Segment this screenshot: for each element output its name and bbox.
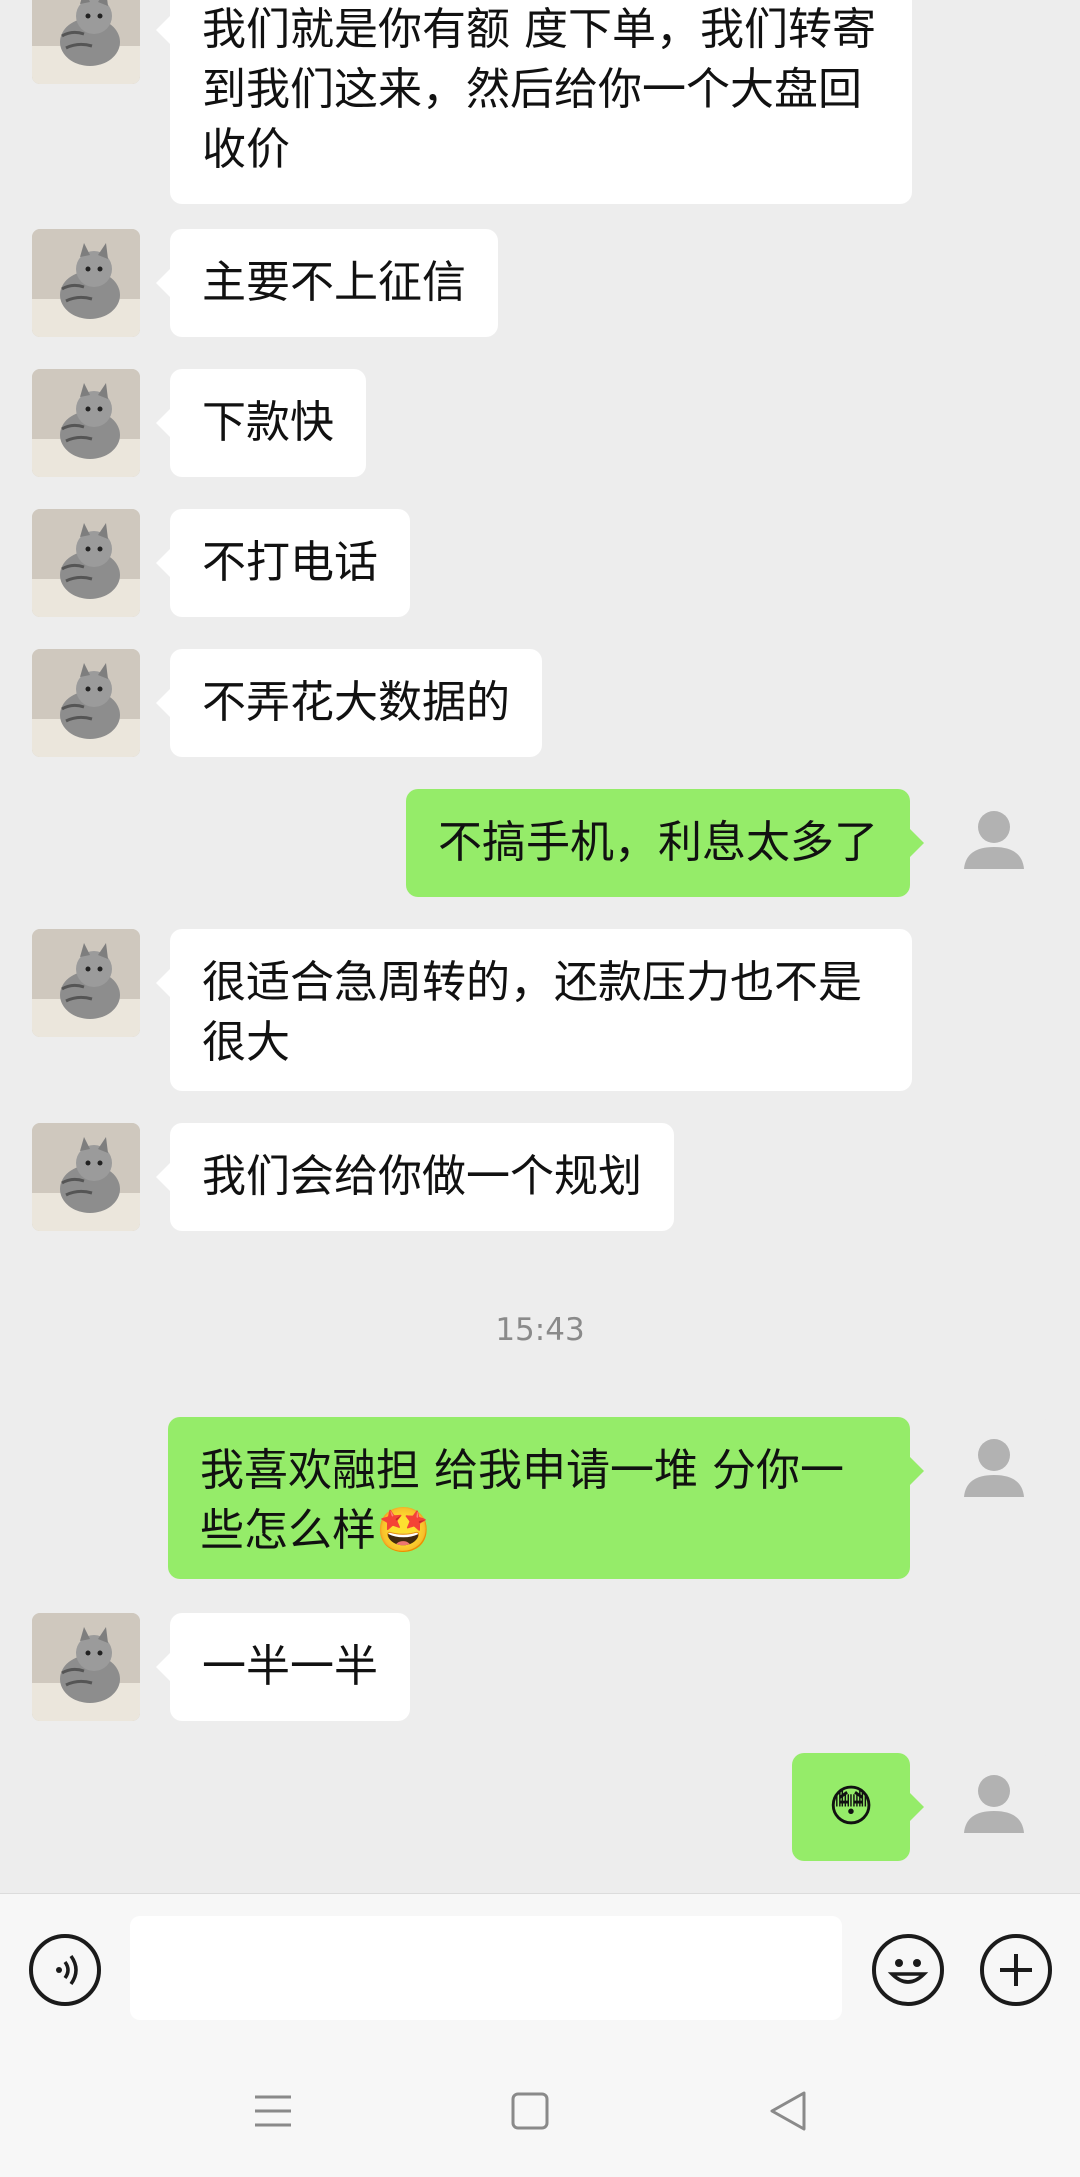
- contact-avatar[interactable]: [32, 649, 140, 757]
- message-bubble-incoming[interactable]: 我们就是你有额 度下单，我们转寄到我们这来，然后给你一个大盘回收价: [156, 0, 912, 204]
- message-bubble-outgoing[interactable]: 不搞手机，利息太多了: [406, 789, 924, 897]
- message-bubble-incoming[interactable]: 不打电话: [156, 509, 410, 617]
- cat-avatar-image: [32, 229, 140, 337]
- cat-avatar-image: [32, 1613, 140, 1721]
- default-user-icon: [964, 811, 1024, 869]
- message-timestamp: 15:43: [495, 1312, 585, 1348]
- user-avatar[interactable]: [940, 789, 1048, 897]
- contact-avatar[interactable]: [32, 0, 140, 84]
- message-bubble-incoming[interactable]: 很适合急周转的，还款压力也不是很大: [156, 929, 912, 1091]
- voice-wave-glyph: [56, 1954, 78, 1986]
- user-avatar[interactable]: [940, 1417, 1048, 1525]
- cat-avatar-image: [32, 369, 140, 477]
- plus-icon[interactable]: [980, 1934, 1052, 2006]
- voice-icon[interactable]: [29, 1934, 101, 2006]
- message-bubble-outgoing[interactable]: 😳: [792, 1753, 924, 1861]
- user-avatar[interactable]: [940, 1753, 1048, 1861]
- cat-avatar-image: [32, 649, 140, 757]
- message-bubble-incoming[interactable]: 下款快: [156, 369, 366, 477]
- message-bubble-incoming[interactable]: 一半一半: [156, 1613, 410, 1721]
- cat-avatar-image: [32, 1123, 140, 1231]
- contact-avatar[interactable]: [32, 229, 140, 337]
- contact-avatar[interactable]: [32, 509, 140, 617]
- message-bubble-outgoing[interactable]: 我喜欢融担 给我申请一堆 分你一些怎么样🤩: [168, 1417, 924, 1579]
- contact-avatar[interactable]: [32, 1613, 140, 1721]
- contact-avatar[interactable]: [32, 369, 140, 477]
- contact-avatar[interactable]: [32, 1123, 140, 1231]
- contact-avatar[interactable]: [32, 929, 140, 1037]
- message-bubble-incoming[interactable]: 主要不上征信: [156, 229, 498, 337]
- message-input[interactable]: [130, 1916, 842, 2020]
- cat-avatar-image: [32, 509, 140, 617]
- default-user-icon: [964, 1775, 1024, 1833]
- smiley-glyph: [887, 1959, 929, 1984]
- chat-input-bar: [0, 1893, 1080, 2042]
- message-bubble-incoming[interactable]: 我们会给你做一个规划: [156, 1123, 674, 1231]
- home-icon[interactable]: [500, 2081, 560, 2141]
- menu-icon[interactable]: [243, 2081, 303, 2141]
- plus-glyph: [1000, 1954, 1032, 1986]
- emoji-icon[interactable]: [872, 1934, 944, 2006]
- cat-avatar-image: [32, 929, 140, 1037]
- cat-avatar-image: [32, 0, 140, 84]
- default-user-icon: [964, 1439, 1024, 1497]
- back-icon[interactable]: [758, 2081, 818, 2141]
- chat-screen: 我们就是你有额 度下单，我们转寄到我们这来，然后给你一个大盘回收价 主要不上征信: [0, 0, 1080, 2177]
- system-navigation-bar: [0, 2041, 1080, 2177]
- message-bubble-incoming[interactable]: 不弄花大数据的: [156, 649, 542, 757]
